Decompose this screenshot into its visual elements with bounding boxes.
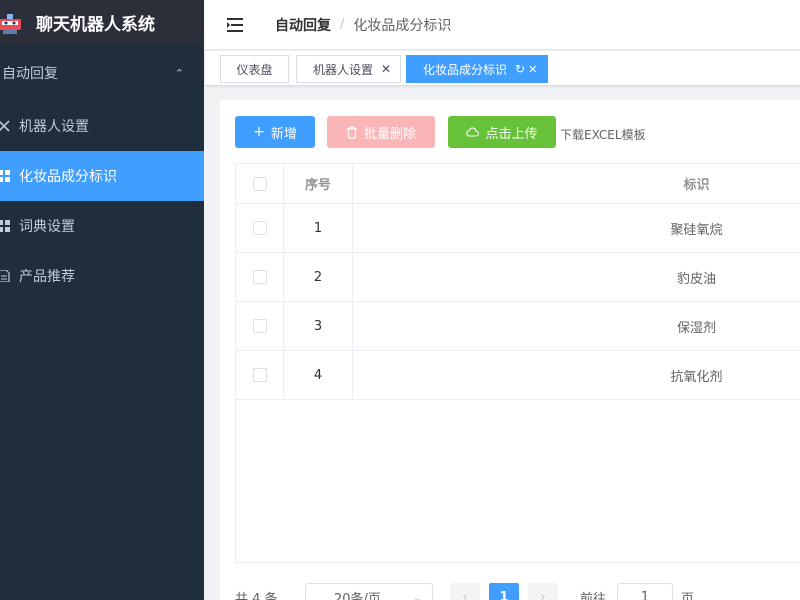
- main-card: + 新增 批量删除 点击上传 下载EXCEL模板 序号 标识 1 聚硅氧烷 2: [220, 100, 800, 600]
- tag-robot-settings[interactable]: 机器人设置 ✕: [296, 55, 401, 83]
- row-checkbox[interactable]: [252, 368, 267, 382]
- goto-page-input[interactable]: 1: [617, 583, 673, 600]
- sidebar-item-dictionary[interactable]: 词典设置: [0, 201, 204, 251]
- grid-icon: [0, 220, 10, 232]
- batch-delete-label: 批量删除: [363, 126, 416, 142]
- breadcrumb: 自动回复 / 化妆品成分标识: [275, 15, 451, 35]
- page-size-select[interactable]: 20条/页 ⌄: [305, 583, 433, 600]
- breadcrumb-separator: /: [340, 17, 345, 32]
- add-button[interactable]: + 新增: [235, 116, 315, 148]
- sidebar-item-cosmetic-ingredients[interactable]: 化妆品成分标识: [0, 151, 204, 201]
- page-size-value: 20条/页: [334, 591, 381, 600]
- sidebar-item-label: 机器人设置: [19, 119, 89, 135]
- row-checkbox-cell: [236, 302, 284, 350]
- sidebar-parent-auto-reply[interactable]: 自动回复 ⌃: [0, 45, 204, 101]
- document-icon: [0, 270, 10, 282]
- cloud-upload-icon: [466, 127, 480, 137]
- chevron-up-icon: ⌃: [174, 66, 184, 80]
- sidebar-item-robot-settings[interactable]: 机器人设置: [0, 101, 204, 151]
- sidebar: 聊天机器人系统 自动回复 ⌃ 机器人设置 化妆品成分标识 词典设置 产品推荐: [0, 0, 204, 600]
- refresh-icon[interactable]: ↻: [515, 62, 525, 76]
- sidebar-parent-label: 自动回复: [2, 66, 58, 82]
- page-suffix: 页: [681, 591, 695, 600]
- header-checkbox-cell: [236, 164, 284, 203]
- sidebar-item-label: 化妆品成分标识: [19, 169, 117, 185]
- tools-icon: [0, 120, 10, 132]
- download-template-link[interactable]: 下载EXCEL模板: [560, 126, 646, 143]
- table-row[interactable]: 2 豹皮油: [236, 253, 800, 302]
- breadcrumb-home[interactable]: 自动回复: [275, 15, 331, 35]
- navbar: 自动回复 / 化妆品成分标识: [205, 0, 800, 50]
- row-index: 1: [284, 204, 353, 252]
- column-header-index: 序号: [284, 164, 353, 203]
- row-checkbox-cell: [236, 253, 284, 301]
- close-icon[interactable]: ✕: [381, 62, 391, 76]
- row-index: 2: [284, 253, 353, 301]
- add-button-label: 新增: [270, 126, 297, 142]
- grid-icon: [0, 170, 10, 182]
- sidebar-item-product-recommend[interactable]: 产品推荐: [0, 251, 204, 301]
- goto-label: 前往: [580, 591, 607, 600]
- row-index: 4: [284, 351, 353, 399]
- trash-icon: [346, 125, 357, 139]
- tag-dashboard[interactable]: 仪表盘: [220, 55, 289, 83]
- column-header-name: 标识: [683, 178, 710, 193]
- data-table: 序号 标识 1 聚硅氧烷 2 豹皮油 3 保湿剂 4 抗氧化剂: [235, 163, 800, 563]
- prev-page-button[interactable]: ‹: [450, 583, 480, 600]
- chevron-right-icon: ›: [540, 589, 546, 600]
- table-header: 序号 标识: [236, 164, 800, 204]
- tag-label: 化妆品成分标识: [423, 62, 508, 77]
- app-title: 聊天机器人系统: [36, 15, 155, 35]
- sidebar-logo[interactable]: 聊天机器人系统: [0, 0, 204, 45]
- table-row[interactable]: 1 聚硅氧烷: [236, 204, 800, 253]
- chevron-left-icon: ‹: [462, 589, 468, 600]
- tag-label: 机器人设置: [313, 62, 374, 77]
- upload-label: 点击上传: [485, 126, 538, 142]
- row-name: 豹皮油: [676, 271, 716, 287]
- page-number-current[interactable]: 1: [489, 583, 519, 600]
- row-checkbox[interactable]: [252, 319, 267, 333]
- robot-logo-icon: [0, 13, 21, 34]
- row-checkbox[interactable]: [252, 270, 267, 284]
- tags-view: 仪表盘 机器人设置 ✕ 化妆品成分标识 ↻ ✕: [205, 51, 800, 86]
- table-row[interactable]: 4 抗氧化剂: [236, 351, 800, 400]
- chevron-down-icon: ⌄: [412, 590, 422, 600]
- row-name: 聚硅氧烷: [670, 222, 723, 238]
- breadcrumb-current: 化妆品成分标识: [353, 17, 452, 34]
- upload-button[interactable]: 点击上传: [448, 116, 556, 148]
- row-name: 抗氧化剂: [670, 369, 723, 385]
- row-checkbox-cell: [236, 204, 284, 252]
- row-index: 3: [284, 302, 353, 350]
- batch-delete-button[interactable]: 批量删除: [327, 116, 435, 148]
- row-checkbox[interactable]: [252, 221, 267, 235]
- plus-icon: +: [253, 124, 265, 140]
- sidebar-submenu: 机器人设置 化妆品成分标识 词典设置 产品推荐: [0, 101, 204, 301]
- tag-cosmetic-ingredients[interactable]: 化妆品成分标识 ↻ ✕: [406, 55, 548, 83]
- table-row[interactable]: 3 保湿剂: [236, 302, 800, 351]
- select-all-checkbox[interactable]: [252, 176, 267, 191]
- tag-label: 仪表盘: [236, 62, 273, 77]
- close-icon[interactable]: ✕: [528, 63, 537, 76]
- pagination-total: 共 4 条: [235, 591, 278, 600]
- sidebar-item-label: 词典设置: [19, 219, 75, 235]
- next-page-button[interactable]: ›: [528, 583, 558, 600]
- row-checkbox-cell: [236, 351, 284, 399]
- row-name: 保湿剂: [676, 320, 716, 336]
- sidebar-item-label: 产品推荐: [19, 269, 75, 285]
- hamburger-menu-icon[interactable]: [227, 17, 243, 32]
